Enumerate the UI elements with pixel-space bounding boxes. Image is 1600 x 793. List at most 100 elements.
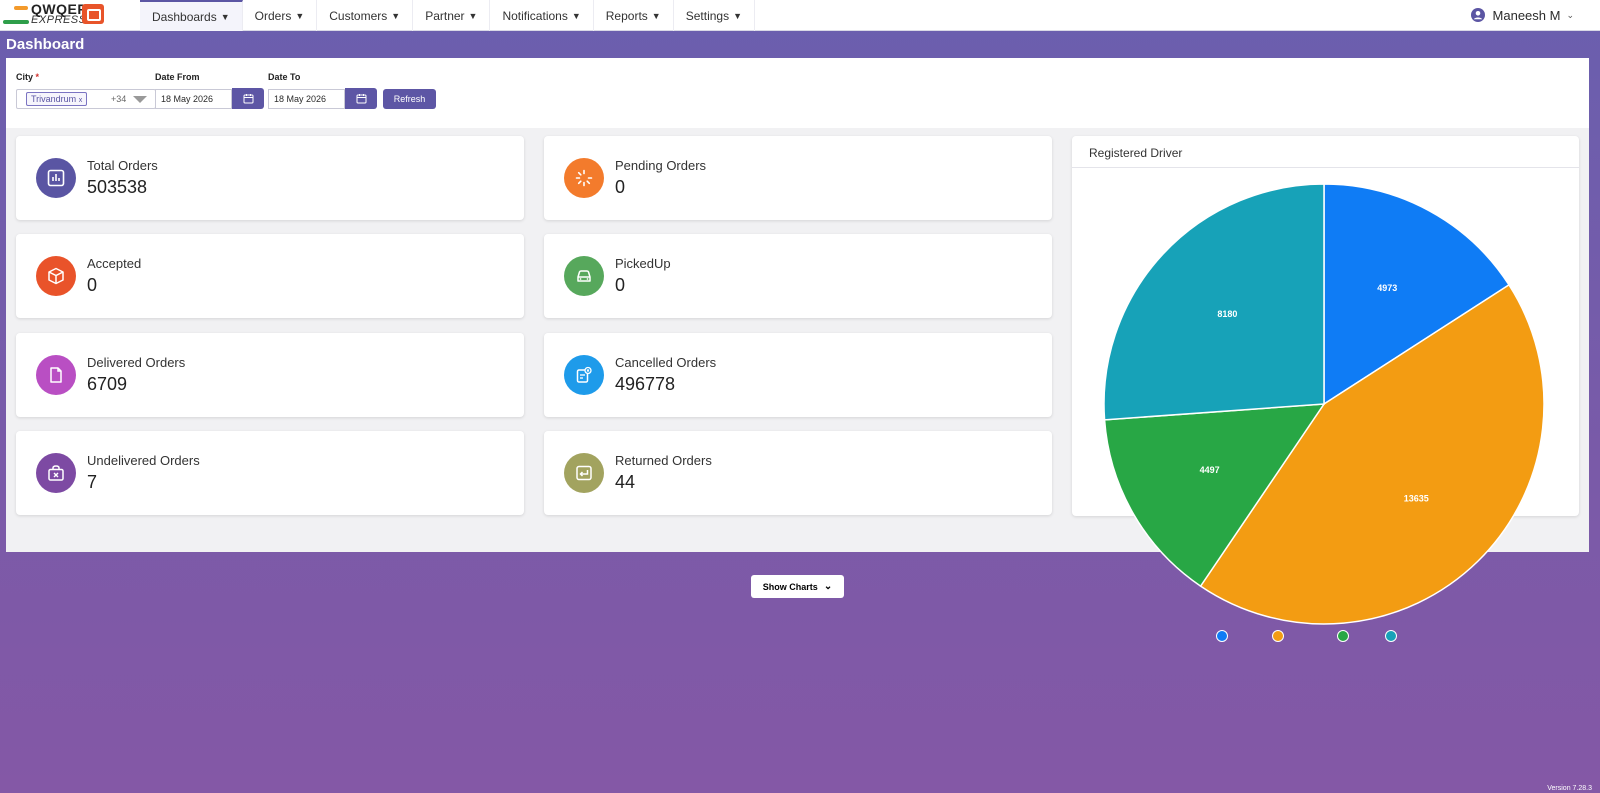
main-nav: Dashboards ▼ Orders ▼ Customers ▼ Partner ▼ …	[140, 0, 755, 31]
chevron-down-icon: ▼	[571, 10, 581, 21]
chevron-down-icon: ▼	[220, 11, 230, 22]
stat-icon-circle	[564, 453, 604, 493]
logo-stripe-green	[3, 20, 29, 24]
filter-bar: City * Trivandrum x +34 Date From 18 May…	[6, 58, 1589, 128]
stat-label: Total Orders	[87, 158, 158, 173]
legend-item[interactable]	[1337, 630, 1349, 642]
stat-icon-circle	[36, 453, 76, 493]
refresh-button[interactable]: Refresh	[383, 89, 436, 109]
stat-card-pending-orders[interactable]: Pending Orders 0	[544, 136, 1052, 220]
stat-card-delivered-orders[interactable]: Delivered Orders 6709	[16, 333, 524, 417]
stat-value: 0	[615, 275, 626, 295]
legend-item[interactable]	[1216, 630, 1228, 642]
nav-customers[interactable]: Customers ▼	[317, 0, 414, 31]
chip-remove-icon[interactable]: x	[79, 97, 83, 104]
stat-label: Accepted	[87, 256, 142, 271]
user-avatar-icon	[1470, 8, 1485, 22]
stat-value: 0	[87, 275, 98, 295]
document-icon	[50, 367, 62, 383]
chevron-down-icon: ▼	[733, 10, 742, 21]
brand-sub: EXPRESS	[31, 14, 87, 26]
version-label: Version 7.28.3	[1547, 785, 1592, 792]
show-charts-label: Show Charts	[762, 581, 818, 592]
top-navbar: QWQER EXPRESS Dashboards ▼ Orders ▼ Custom…	[0, 0, 1600, 31]
stat-value: 0	[615, 177, 626, 197]
legend-swatch	[1385, 630, 1397, 642]
logo-mark-icon	[82, 4, 104, 24]
nav-label: Dashboards	[152, 9, 217, 24]
stat-icon-circle	[564, 158, 604, 198]
dropdown-caret-icon[interactable]	[133, 96, 147, 103]
stat-card-cancelled-orders[interactable]: Cancelled Orders 496778	[544, 333, 1052, 417]
stat-value: 503538	[87, 177, 148, 197]
page-title: Dashboard	[6, 36, 85, 53]
nav-label: Partner	[425, 8, 465, 23]
date-from-input[interactable]: 18 May 2026	[155, 89, 232, 109]
stat-icon-circle	[36, 256, 76, 296]
stat-value: 44	[615, 472, 636, 492]
stat-card-returned-orders[interactable]: Returned Orders 44	[544, 431, 1052, 515]
date-to-calendar-button[interactable]	[345, 88, 377, 109]
legend-item[interactable]	[1272, 630, 1284, 642]
brand-logo[interactable]: QWQER EXPRESS	[0, 0, 140, 31]
nav-orders[interactable]: Orders ▼	[243, 0, 318, 31]
city-label: City *	[16, 72, 39, 82]
return-icon	[576, 465, 592, 481]
chart-divider	[1072, 167, 1579, 168]
stat-card-accepted[interactable]: Accepted 0	[16, 234, 524, 318]
city-multiselect[interactable]: Trivandrum x +34	[16, 89, 156, 109]
nav-settings[interactable]: Settings ▼	[674, 0, 755, 31]
stat-icon-circle	[36, 158, 76, 198]
bar-chart-icon	[47, 169, 65, 187]
stat-card-pickedup[interactable]: PickedUp 0	[544, 234, 1052, 318]
stat-icon-circle	[564, 355, 604, 395]
calendar-icon	[243, 94, 253, 104]
chevron-down-icon: ▼	[468, 10, 478, 21]
caret-down-icon: ⌄	[1566, 9, 1574, 20]
legend-item[interactable]	[1385, 630, 1397, 642]
city-more-count: +34	[111, 94, 127, 104]
legend-swatch	[1216, 630, 1228, 642]
legend-swatch	[1272, 630, 1284, 642]
stat-card-total-orders[interactable]: Total Orders 503538	[16, 136, 524, 220]
nav-notifications[interactable]: Notifications ▼	[490, 0, 594, 31]
date-from-label: Date From	[155, 72, 200, 82]
show-charts-button[interactable]: Show Charts ⌄	[751, 575, 844, 598]
nav-dashboards[interactable]: Dashboards ▼	[140, 0, 243, 31]
stat-label: Cancelled Orders	[615, 355, 717, 370]
stat-label: PickedUp	[615, 256, 671, 271]
chevron-down-icon: ▼	[651, 10, 661, 21]
legend-swatch	[1337, 630, 1349, 642]
stat-value: 496778	[615, 374, 676, 394]
bag-x-icon	[48, 465, 64, 481]
stat-label: Undelivered Orders	[87, 453, 200, 468]
date-to-input[interactable]: 18 May 2026	[268, 89, 345, 109]
calendar-icon	[356, 94, 366, 104]
nav-label: Orders	[254, 8, 292, 23]
required-mark: *	[35, 72, 40, 82]
nav-reports[interactable]: Reports ▼	[594, 0, 674, 31]
stat-icon-circle	[564, 256, 604, 296]
logo-stripe-orange	[14, 6, 28, 10]
city-chip-label: Trivandrum	[31, 94, 77, 104]
stat-card-undelivered-orders[interactable]: Undelivered Orders 7	[16, 431, 524, 515]
cancel-form-icon	[576, 366, 592, 383]
stat-label: Pending Orders	[615, 158, 707, 173]
chart-title: Registered Driver	[1089, 146, 1183, 160]
chevron-down-icon: ▼	[391, 10, 401, 21]
stat-icon-circle	[36, 355, 76, 395]
chevron-down-icon: ▼	[295, 10, 305, 21]
car-icon	[577, 270, 591, 282]
city-chip: Trivandrum x	[26, 92, 88, 106]
user-name: Maneesh M	[1492, 7, 1561, 23]
city-label-text: City	[16, 72, 34, 82]
nav-label: Settings	[685, 8, 730, 23]
stat-value: 6709	[87, 374, 128, 394]
stat-value: 7	[87, 472, 98, 492]
date-from-calendar-button[interactable]	[232, 88, 264, 109]
chevron-down-icon: ⌄	[823, 581, 833, 592]
box-icon	[48, 267, 64, 285]
nav-partner[interactable]: Partner ▼	[413, 0, 491, 31]
loader-icon	[575, 169, 593, 187]
user-menu[interactable]: Maneesh M ⌄	[1470, 0, 1600, 30]
